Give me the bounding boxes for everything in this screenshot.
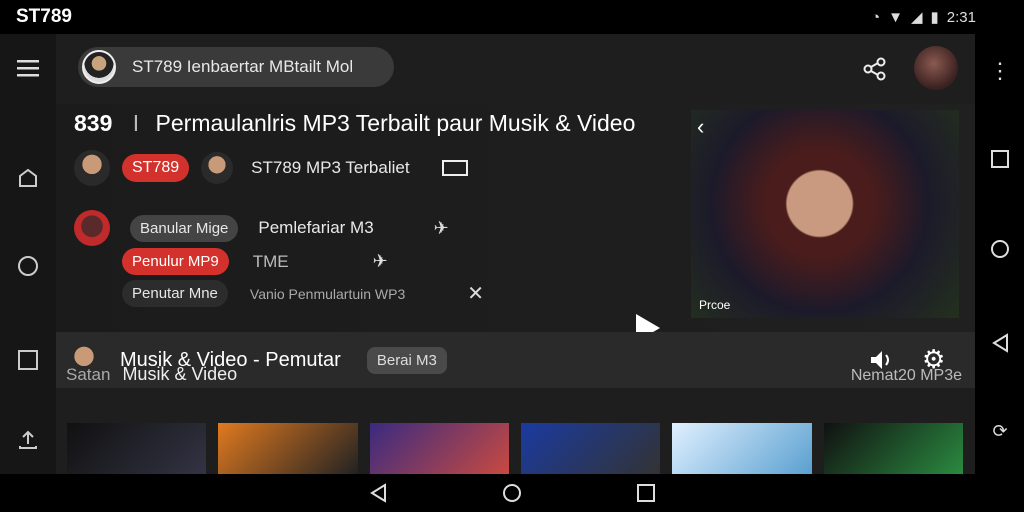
cast-icon[interactable]: ⟳ [987,418,1013,444]
channel-badge[interactable]: ST789 [122,154,190,182]
category-pill-red[interactable]: Penulur MP9 [122,248,229,275]
hero-title: Permaulanlris MP3 Terbailt paur Musik & … [155,110,636,136]
status-time: 2:31 [946,8,976,26]
pin-icon[interactable]: ✈ [373,251,388,272]
library-icon[interactable] [14,346,42,374]
row1-text: ST789 MP3 Terbaliet [251,158,410,177]
left-nav [0,34,56,474]
home-icon[interactable] [14,164,42,192]
hero-title-row: 839 I Permaulanlris MP3 Terbailt paur Mu… [74,110,635,137]
section-header: Satan Musik & Video Nemat20 MP3e [66,364,962,385]
close-icon[interactable]: ✕ [467,281,484,306]
back-triangle-icon[interactable] [367,482,389,504]
explore-icon[interactable] [14,252,42,280]
row2-text: Pemlefariar M3 [258,218,374,237]
hero-panel: 839 I Permaulanlris MP3 Terbailt paur Mu… [56,104,975,342]
video-thumbnail[interactable]: ‹ Prcoe [691,110,959,318]
thumb-2[interactable] [218,423,358,474]
app-window: ST789 Ienbaertar MBtailt Mol 839 I Perma… [0,34,975,474]
avatar [82,50,116,84]
pin-icon[interactable]: ✈ [434,218,449,239]
bottom-system-nav [0,474,1024,512]
recent-apps-icon[interactable] [987,146,1013,172]
wifi-icon: ▼ [888,8,903,26]
category-pill[interactable]: Banular Mige [130,214,239,242]
home-circle-icon[interactable] [501,482,523,504]
profile-avatar[interactable] [914,46,958,90]
thumb-3[interactable] [369,423,509,474]
section-title: Musik & Video [122,364,238,384]
search-text: ST789 Ienbaertar MBtailt Mol [132,57,354,76]
thumbnail-strip [67,423,963,474]
category-pill[interactable]: Penutar Mne [122,280,228,307]
thumb-1[interactable] [67,423,207,474]
back-triangle-icon[interactable] [987,330,1013,356]
thumb-6[interactable] [823,423,963,474]
thumb-4[interactable] [520,423,661,474]
chevron-left-icon[interactable]: ‹ [697,114,704,140]
hero-row-4: Penutar Mne Vanio Penmulartuin WP3 ✕ [122,280,484,307]
hero-number: 839 [74,110,113,136]
thumb-5[interactable] [672,423,812,474]
video-label: Prcoe [699,298,731,312]
hero-row-3: Penulur MP9 TME ✈ [122,248,388,275]
row3-subtext: Vanio Penmulartuin WP3 [249,285,406,302]
recent-apps-icon[interactable] [635,482,657,504]
status-icons: ◔ ▼ ◢ ▮ 2:31 [871,8,976,27]
section-right: Nemat20 MP3e [850,367,962,384]
artist-avatar [201,152,234,184]
more-vertical-icon[interactable]: ⋮ [987,58,1013,84]
status-bar: ST789 ◔ ▼ ◢ ▮ 2:31 [0,0,1024,34]
alarm-icon: ◔ [871,8,881,26]
section-label: Satan [66,365,111,384]
hero-row-2: Banular Mige Pemlefariar M3 ✈ [74,210,449,246]
hero-row-1: ST789 ST789 MP3 Terbaliet [74,150,468,186]
home-circle-icon[interactable] [987,236,1013,262]
top-bar: ST789 Ienbaertar MBtailt Mol [56,34,975,104]
artist-avatar [74,210,110,246]
row3-text: TME [252,251,289,271]
status-title: ST789 [16,6,72,27]
hero-separator: I [132,110,140,136]
signal-icon: ◢ [910,9,923,26]
battery-icon: ▮ [930,9,939,26]
search-bar[interactable]: ST789 Ienbaertar MBtailt Mol [78,47,394,87]
right-system-nav: ⋮ ⟳ [975,34,1024,474]
menu-icon[interactable] [14,54,42,82]
artist-avatar [74,150,110,186]
share-icon[interactable] [862,56,888,82]
grid-icon[interactable] [441,160,468,176]
upload-icon[interactable] [14,426,42,454]
